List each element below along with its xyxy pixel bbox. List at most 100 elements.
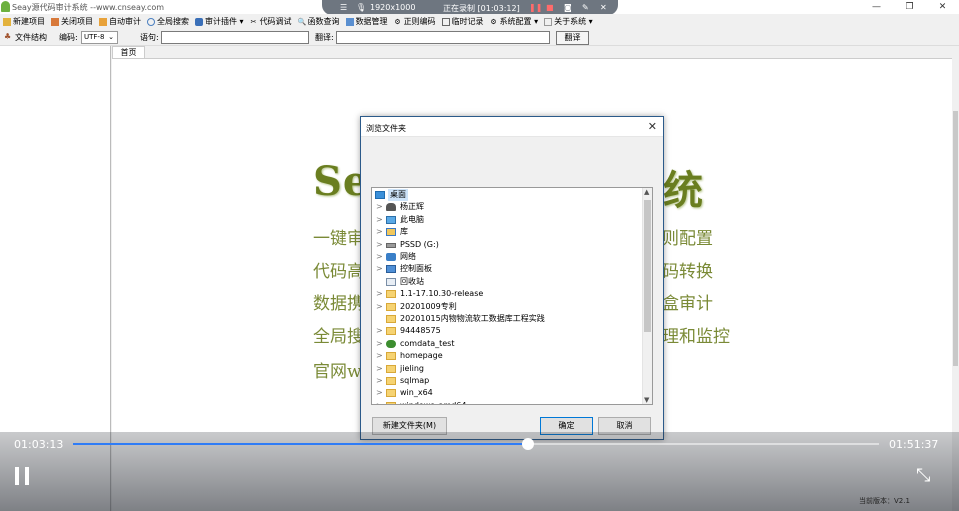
menu-system-config[interactable]: ⚙ 系统配置 ▾ bbox=[490, 16, 538, 27]
pause-icon[interactable] bbox=[15, 467, 31, 485]
folder-tree-item[interactable]: > comdata_test bbox=[372, 338, 642, 350]
folder-icon bbox=[386, 364, 396, 373]
folder-icon bbox=[386, 302, 396, 311]
folder-tree-item-label: 桌面 bbox=[388, 189, 408, 201]
folder-tree-item[interactable]: > 库 bbox=[372, 226, 642, 238]
data-manage-icon bbox=[345, 17, 354, 26]
menu-new-project[interactable]: 新建项目 bbox=[3, 16, 45, 27]
folder-tree-scroll-thumb[interactable] bbox=[644, 200, 651, 332]
expand-chevron-icon[interactable]: > bbox=[376, 251, 383, 263]
folder-tree-item[interactable]: > windows_amd64 bbox=[372, 400, 642, 404]
expand-chevron-icon[interactable]: > bbox=[376, 400, 383, 404]
progress-bar[interactable] bbox=[73, 438, 879, 450]
restore-icon[interactable]: ❐ bbox=[893, 0, 926, 14]
progress-fill bbox=[73, 443, 528, 445]
folder-tree-item-label: 回收站 bbox=[400, 276, 424, 286]
expand-chevron-icon[interactable]: > bbox=[376, 363, 383, 375]
expand-chevron-icon[interactable]: > bbox=[376, 301, 383, 313]
translate-button[interactable]: 翻译 bbox=[556, 31, 589, 45]
camera-icon[interactable]: ◙ bbox=[564, 3, 572, 12]
about-icon bbox=[544, 17, 553, 26]
file-structure-label[interactable]: 文件结构 bbox=[15, 32, 47, 43]
folder-tree[interactable]: 桌面 > 杨正辉 > 此电脑 > 库 > PSSD (G:) > 网络 > 控制面板 回收站 >1.1-17… bbox=[371, 187, 653, 405]
plugin-icon bbox=[195, 17, 203, 26]
expand-chevron-icon[interactable]: > bbox=[376, 214, 383, 226]
folder-tree-item-label: PSSD (G:) bbox=[400, 239, 439, 249]
close-icon[interactable]: ✕ bbox=[926, 0, 959, 14]
folder-tree-item[interactable]: > win_x64 bbox=[372, 387, 642, 399]
folder-tree-item[interactable]: > PSSD (G:) bbox=[372, 239, 642, 251]
folder-tree-item-label: win_x64 bbox=[400, 388, 433, 398]
menu-audit-plugin[interactable]: 审计插件 ▾ bbox=[195, 16, 244, 27]
expand-chevron-icon[interactable]: > bbox=[376, 263, 383, 275]
folder-tree-item[interactable]: > 此电脑 bbox=[372, 214, 642, 226]
encoding-select[interactable]: UTF-8 ⌄ bbox=[81, 31, 118, 44]
folder-tree-item[interactable]: 桌面 bbox=[372, 189, 642, 201]
progress-knob[interactable] bbox=[521, 438, 534, 450]
menu-temp-record[interactable]: 临时记录 bbox=[441, 16, 484, 27]
computer-icon bbox=[386, 215, 396, 224]
menu-label: 全局搜索 bbox=[157, 17, 189, 26]
expand-chevron-icon[interactable]: > bbox=[376, 239, 383, 251]
folder-tree-item[interactable]: >1.1-17.10.30-release bbox=[372, 288, 642, 300]
folder-tree-item-label: jieling bbox=[400, 363, 424, 373]
expand-chevron-icon[interactable]: > bbox=[376, 387, 383, 399]
expand-chevron-icon[interactable]: > bbox=[376, 226, 383, 238]
main-scrollbar-thumb[interactable] bbox=[953, 111, 958, 366]
folder-tree-item[interactable]: >94448575 bbox=[372, 325, 642, 337]
pause-record-icon[interactable]: ❚❚ bbox=[529, 3, 542, 12]
expand-chevron-icon[interactable]: > bbox=[376, 375, 383, 387]
folder-tree-item-label: 20201015内物物流软工数据库工程实践 bbox=[400, 314, 545, 323]
folder-tree-scrollbar[interactable]: ▲ ▼ bbox=[642, 188, 652, 404]
expand-chevron-icon[interactable]: > bbox=[376, 288, 383, 300]
folder-tree-item[interactable]: > homepage bbox=[372, 350, 642, 362]
menu-label: 自动审计 bbox=[109, 17, 141, 26]
menu-auto-audit[interactable]: 自动审计 bbox=[99, 16, 141, 27]
recorder-close-icon[interactable]: ✕ bbox=[600, 3, 607, 12]
dialog-title-bar[interactable]: 浏览文件夹 ✕ bbox=[361, 117, 663, 137]
folder-tree-item[interactable]: > 网络 bbox=[372, 251, 642, 263]
folder-icon bbox=[386, 290, 396, 299]
expand-chevron-icon[interactable]: > bbox=[376, 201, 383, 213]
menu-close-project[interactable]: 关闭项目 bbox=[51, 16, 93, 27]
folder-tree-item-label: 杨正辉 bbox=[400, 202, 424, 212]
folder-tree-item-label: 网络 bbox=[400, 252, 416, 261]
encoding-label: 编码: bbox=[59, 33, 78, 42]
user-icon bbox=[386, 203, 396, 212]
menu-data-manage[interactable]: 数据管理 bbox=[345, 16, 388, 27]
exit-fullscreen-icon[interactable]: ⤡ bbox=[916, 466, 936, 486]
folder-tree-item[interactable]: > sqlmap bbox=[372, 375, 642, 387]
folder-tree-item[interactable]: 20201015内物物流软工数据库工程实践 bbox=[372, 313, 642, 325]
menu-global-search[interactable]: 全局搜索 bbox=[147, 16, 189, 27]
translate-input[interactable] bbox=[336, 31, 550, 44]
folder-tree-item[interactable]: >20201009专利 bbox=[372, 301, 642, 313]
folder-tree-item[interactable]: > 控制面板 bbox=[372, 263, 642, 275]
menu-regex-encode[interactable]: ⚙ 正则编码 bbox=[394, 16, 435, 27]
drive-icon bbox=[386, 242, 396, 248]
folder-tree-item[interactable]: > jieling bbox=[372, 363, 642, 375]
function-search-icon: 🔍 bbox=[297, 17, 307, 26]
pen-icon[interactable]: ✎ bbox=[582, 3, 589, 12]
dialog-close-icon[interactable]: ✕ bbox=[648, 120, 657, 133]
expand-chevron-icon[interactable]: > bbox=[376, 325, 383, 337]
expand-chevron-icon[interactable]: > bbox=[376, 350, 383, 362]
stop-record-icon[interactable]: ■ bbox=[546, 3, 554, 12]
query-input[interactable] bbox=[161, 31, 309, 44]
folder-tree-item-label: 20201009专利 bbox=[400, 301, 457, 311]
scroll-down-icon[interactable]: ▼ bbox=[644, 396, 649, 404]
menu-code-debug[interactable]: ✂ 代码调试 bbox=[250, 16, 292, 27]
menu-about[interactable]: 关于系统 ▾ bbox=[544, 16, 593, 27]
scroll-up-icon[interactable]: ▲ bbox=[644, 188, 649, 196]
splash-line-right: 码转换 bbox=[662, 262, 713, 282]
splash-title-right: 统 bbox=[663, 167, 703, 214]
menu-function-search[interactable]: 🔍 函数查询 bbox=[298, 16, 340, 27]
splash-line-left: 全局搜 bbox=[313, 327, 364, 347]
folder-tree-item[interactable]: 回收站 bbox=[372, 276, 642, 288]
menu-icon[interactable]: ☰ bbox=[340, 3, 347, 12]
folder-tree-item[interactable]: > 杨正辉 bbox=[372, 201, 642, 213]
folder-tree-item-label: comdata_test bbox=[400, 338, 455, 348]
minimize-icon[interactable]: — bbox=[860, 0, 893, 14]
expand-chevron-icon[interactable]: > bbox=[376, 338, 383, 350]
library-icon bbox=[386, 228, 396, 237]
mic-icon[interactable]: 🎙 bbox=[356, 3, 366, 12]
